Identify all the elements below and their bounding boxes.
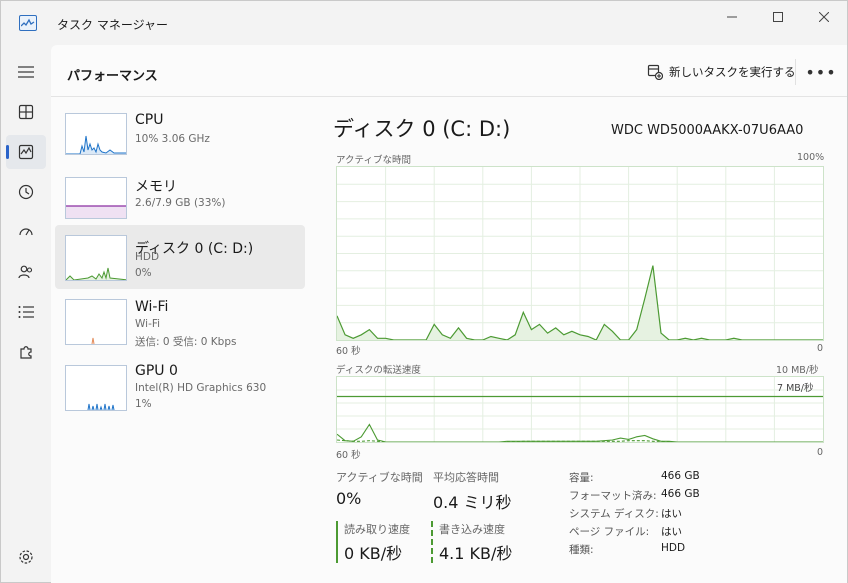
active-time-stat-label: アクティブな時間 (336, 471, 423, 484)
disk-thumbnail-graph (65, 235, 127, 281)
wifi-thumbnail-graph (65, 299, 127, 345)
memory-thumbnail-graph (65, 177, 127, 219)
device-memory[interactable]: メモリ 2.6/7.9 GB (33%) (55, 163, 305, 227)
device-name: Wi-Fi (135, 299, 169, 315)
transfer-rate-chart-duration: 60 秒 (336, 450, 361, 461)
device-cpu[interactable]: CPU 10% 3.06 GHz (55, 99, 305, 163)
prop-value-formatted: 466 GB (661, 488, 700, 500)
nav-performance[interactable] (6, 135, 46, 169)
maximize-icon (773, 12, 783, 22)
prop-value-system-disk: はい (661, 508, 682, 520)
nav-users[interactable] (6, 255, 46, 289)
device-detail: Intel(R) HD Graphics 630 (135, 382, 267, 394)
active-time-chart-min: 0 (817, 343, 824, 354)
minimize-icon (727, 16, 737, 18)
more-icon: ••• (805, 62, 837, 82)
device-detail: 10% 3.06 GHz (135, 133, 210, 145)
write-speed-indicator (431, 521, 433, 563)
task-manager-window: タスク マネージャー パフォーマンス 新しいタスクを実行する ••• CPU 1… (0, 0, 848, 583)
transfer-rate-chart-max: 10 MB/秒 (776, 365, 819, 376)
read-speed-value: 0 KB/秒 (344, 544, 403, 563)
response-time-stat-label: 平均応答時間 (433, 471, 499, 484)
active-time-chart-max: 100% (797, 152, 825, 163)
close-button[interactable] (801, 1, 847, 33)
read-speed-indicator (336, 521, 338, 563)
transfer-rate-chart-label: ディスクの転送速度 (336, 365, 421, 376)
transfer-reference-label: 7 MB/秒 (777, 383, 814, 394)
window-title: タスク マネージャー (57, 18, 168, 32)
run-new-task-button[interactable]: 新しいタスクを実行する (647, 61, 796, 83)
read-speed-label: 読み取り速度 (344, 523, 410, 536)
close-icon (819, 12, 829, 22)
prop-key-system-disk: システム ディスク: (569, 508, 659, 520)
puzzle-icon (20, 346, 32, 359)
active-time-stat-value: 0% (336, 489, 362, 508)
active-time-chart-duration: 60 秒 (336, 346, 361, 357)
prop-key-page-file: ページ ファイル: (569, 526, 650, 538)
settings-button[interactable] (6, 540, 46, 574)
hamburger-icon (18, 66, 34, 78)
nav-processes[interactable] (6, 95, 46, 129)
write-speed-value: 4.1 KB/秒 (439, 544, 513, 563)
prop-value-capacity: 466 GB (661, 470, 700, 482)
response-time-stat-value: 0.4 ミリ秒 (433, 493, 512, 512)
device-detail: 送信: 0 受信: 0 Kbps (135, 336, 237, 348)
write-speed-label: 書き込み速度 (439, 523, 505, 536)
prop-key-formatted: フォーマット済み: (569, 490, 657, 502)
device-name: メモリ (135, 179, 177, 195)
device-detail: HDD (135, 251, 160, 263)
device-name: GPU 0 (135, 363, 178, 379)
details-list-icon (18, 306, 34, 318)
hamburger-menu-button[interactable] (6, 55, 46, 89)
nav-details[interactable] (6, 295, 46, 329)
task-manager-app-icon (19, 15, 37, 31)
gpu-thumbnail-graph (65, 365, 127, 411)
active-time-chart-svg (336, 167, 823, 341)
transfer-rate-chart-svg (336, 377, 823, 443)
users-icon (18, 265, 33, 279)
nav-startup-apps[interactable] (6, 215, 46, 249)
device-gpu-0[interactable]: GPU 0 Intel(R) HD Graphics 630 1% (55, 355, 305, 419)
transfer-rate-chart: 7 MB/秒 (336, 376, 824, 443)
page-header: パフォーマンス 新しいタスクを実行する ••• (51, 45, 847, 97)
device-detail: 2.6/7.9 GB (33%) (135, 197, 226, 209)
disk-detail-title: ディスク 0 (C: D:) (333, 117, 511, 141)
title-bar: タスク マネージャー (1, 1, 847, 45)
run-new-task-label: 新しいタスクを実行する (669, 65, 796, 79)
device-detail: 0% (135, 267, 152, 279)
prop-key-type: 種類: (569, 544, 594, 556)
device-detail: 1% (135, 398, 152, 410)
gear-icon (19, 550, 33, 564)
history-icon (18, 184, 34, 200)
prop-value-type: HDD (661, 542, 686, 554)
nav-services[interactable] (6, 335, 46, 369)
performance-content: CPU 10% 3.06 GHz メモリ 2.6/7.9 GB (33%) ディ… (51, 97, 847, 583)
device-disk-0[interactable]: ディスク 0 (C: D:) HDD 0% (55, 225, 305, 289)
header-divider (795, 59, 796, 85)
active-time-chart-label: アクティブな時間 (336, 155, 411, 166)
page-title: パフォーマンス (67, 69, 158, 84)
disk-model: WDC WD5000AAKX-07U6AA0 (611, 123, 804, 138)
maximize-button[interactable] (755, 1, 801, 33)
device-name: CPU (135, 112, 164, 128)
device-wifi[interactable]: Wi-Fi Wi-Fi 送信: 0 受信: 0 Kbps (55, 291, 305, 355)
navigation-rail (1, 45, 51, 583)
active-time-chart (336, 166, 824, 341)
device-detail: Wi-Fi (135, 318, 161, 330)
transfer-rate-chart-min: 0 (817, 447, 824, 458)
cpu-thumbnail-graph (65, 113, 127, 155)
speedometer-icon (19, 228, 33, 236)
prop-value-page-file: はい (661, 526, 682, 538)
prop-key-capacity: 容量: (569, 472, 594, 484)
new-task-icon (647, 64, 663, 80)
performance-icon (18, 144, 34, 160)
more-options-button[interactable]: ••• (805, 59, 837, 85)
processes-icon (18, 104, 34, 120)
minimize-button[interactable] (709, 1, 755, 33)
nav-app-history[interactable] (6, 175, 46, 209)
